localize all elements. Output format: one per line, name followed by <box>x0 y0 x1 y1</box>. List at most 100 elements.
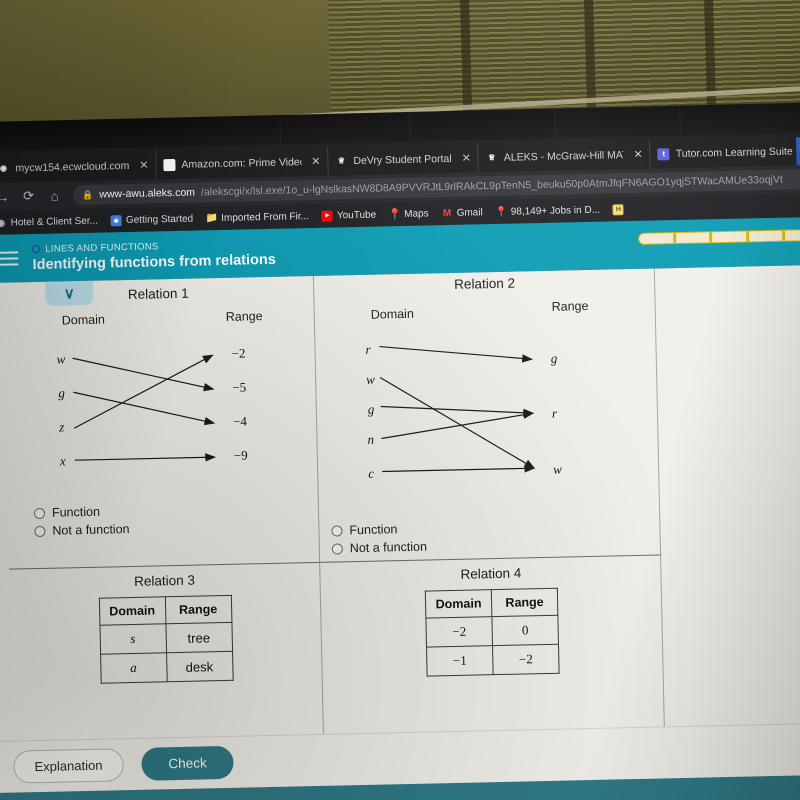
column-header-range: Range <box>164 595 232 624</box>
table-row: −1 −2 <box>426 644 560 677</box>
page-title: Identifying functions from relations <box>32 251 276 273</box>
gmail-icon: M <box>442 207 452 219</box>
tab-label: ALEKS - McGraw-Hill MATH <box>503 148 624 164</box>
tab-label: Tutor.com Learning Suite <box>675 144 793 160</box>
relation-1-arrows <box>72 354 217 462</box>
bookmark-getting-started[interactable]: Getting Started <box>110 213 194 226</box>
tab-close-icon[interactable]: ✕ <box>139 159 148 172</box>
globe-icon: ◉ <box>0 217 6 228</box>
tab-label: DeVry Student Portal <box>353 152 452 167</box>
cell-range: −2 <box>492 644 560 675</box>
relation-1-choices: Function Not a function <box>33 504 130 542</box>
bookmark-label: 98,149+ Jobs in D... <box>510 204 601 218</box>
amazon-icon: a <box>163 158 176 171</box>
choice-label: Not a function <box>349 539 428 556</box>
h-icon: H <box>612 203 625 215</box>
relation-1-mapping: Domain Range w g z x −2 −5 −4 −9 <box>3 298 319 591</box>
tab-label: mycw154.ecwcloud.com <box>15 159 130 174</box>
browser-tab-aleks[interactable]: ♕ ALEKS - McGraw-Hill MATH ✕ <box>478 139 652 173</box>
cell-domain: a <box>100 652 167 684</box>
explanation-button[interactable]: Explanation <box>13 748 124 784</box>
cell-range: tree <box>165 622 233 653</box>
bookmark-label: Imported From Fir... <box>221 210 310 224</box>
cell-domain: −2 <box>425 616 493 648</box>
table-row: −2 0 <box>425 615 559 648</box>
bookmark-label: Getting Started <box>125 213 194 226</box>
aleks-icon: ♕ <box>488 152 496 163</box>
tab-label: Amazon.com: Prime Video <box>181 155 302 171</box>
radio-icon[interactable] <box>33 507 46 519</box>
cell-range: 0 <box>491 615 559 646</box>
relation-2-choice-not-a-function[interactable]: Not a function <box>331 539 428 556</box>
bookmark-label: Gmail <box>456 206 483 219</box>
table-header-row: Domain Range <box>98 595 232 626</box>
bookmark-jobs[interactable]: 📍 98,149+ Jobs in D... <box>494 204 601 218</box>
relation-3-cell: Relation 3 Domain Range s tree a desk <box>9 562 325 753</box>
tutor-icon: t <box>657 147 670 160</box>
tab-close-icon[interactable]: ✕ <box>461 152 471 165</box>
relation-4-cell: Relation 4 Domain Range −2 0 −1 −2 <box>320 555 665 745</box>
relation-3-table: Domain Range s tree a desk <box>98 595 233 684</box>
bookmark-maps[interactable]: 📍 Maps <box>387 207 429 221</box>
hamburger-icon[interactable] <box>0 247 19 269</box>
topic-label: LINES AND FUNCTIONS <box>45 240 159 255</box>
cell-range: desk <box>166 651 233 682</box>
relation-2-choice-function[interactable]: Function <box>331 522 426 538</box>
radio-icon[interactable] <box>331 542 343 555</box>
topic-dot-icon <box>32 244 41 254</box>
table-header-row: Domain Range <box>425 588 558 619</box>
photo-of-monitor: ◉ mycw154.ecwcloud.com ✕ a Amazon.com: P… <box>0 0 800 800</box>
relation-1-choice-function[interactable]: Function <box>33 504 129 520</box>
bookmark-gmail[interactable]: M Gmail <box>442 207 483 219</box>
lock-icon: 🔒 <box>81 189 94 200</box>
cell-domain: s <box>99 623 167 655</box>
tab-close-icon[interactable]: ✕ <box>311 155 320 168</box>
column-header-domain: Domain <box>98 596 166 626</box>
browser-tab-partial[interactable] <box>795 136 800 166</box>
relations-grid: ∨ Relation 1 Domain Range w g z x −2 −5 … <box>2 268 666 753</box>
radio-icon[interactable] <box>331 524 343 537</box>
cell-domain: −1 <box>426 645 494 677</box>
browser-tab-mycw[interactable]: ◉ mycw154.ecwcloud.com ✕ <box>0 150 157 183</box>
bookmark-youtube[interactable]: YouTube <box>321 209 377 222</box>
home-icon[interactable]: ⌂ <box>47 188 62 203</box>
browser-tab-amazon[interactable]: a Amazon.com: Prime Video ✕ <box>156 146 329 180</box>
choice-label: Function <box>51 504 101 520</box>
column-header-domain: Domain <box>425 589 492 619</box>
bookmark-h[interactable]: H <box>612 203 625 215</box>
radio-icon[interactable] <box>34 525 46 537</box>
relation-2-choices: Function Not a function <box>331 522 427 560</box>
progress-bar <box>638 228 800 245</box>
choice-label: Function <box>349 522 398 538</box>
devry-icon: ♕ <box>337 156 346 166</box>
reload-icon[interactable]: ⟳ <box>21 188 36 204</box>
relation-1-cell: ∨ Relation 1 Domain Range w g z x −2 −5 … <box>2 275 321 570</box>
jobs-icon: 📍 <box>494 206 508 218</box>
relation-2-cell: Relation 2 Domain Range r w g n c g r w <box>313 268 662 563</box>
bookmark-label: Hotel & Client Ser... <box>10 215 99 229</box>
folder-icon: 📁 <box>205 212 219 224</box>
bookmark-label: Maps <box>404 207 429 220</box>
bookmark-hotel[interactable]: ◉ Hotel & Client Ser... <box>0 215 98 228</box>
browser-tab-tutor[interactable]: t Tutor.com Learning Suite ✕ <box>650 135 800 169</box>
relation-2-arrows <box>379 345 536 473</box>
bookmark-imported[interactable]: 📁 Imported From Fir... <box>205 210 310 224</box>
column-header-range: Range <box>491 588 558 617</box>
question-canvas: ∨ Relation 1 Domain Range w g z x −2 −5 … <box>0 264 800 800</box>
table-row: a desk <box>100 651 233 684</box>
forward-icon[interactable]: → <box>0 189 10 204</box>
relation-1-choice-not-a-function[interactable]: Not a function <box>34 522 130 538</box>
monitor-screen: ◉ mycw154.ecwcloud.com ✕ a Amazon.com: P… <box>0 132 800 800</box>
relation-4-table: Domain Range −2 0 −1 −2 <box>425 588 560 677</box>
maps-icon: 📍 <box>387 208 402 221</box>
url-host: www-awu.aleks.com <box>99 186 196 201</box>
globe-icon: ◉ <box>0 163 8 173</box>
choice-label: Not a function <box>52 522 130 538</box>
browser-tab-devry[interactable]: ♕ DeVry Student Portal ✕ <box>328 143 480 176</box>
tab-close-icon[interactable]: ✕ <box>633 148 642 161</box>
bookmark-label: YouTube <box>336 209 377 221</box>
table-row: s tree <box>99 622 233 655</box>
chrome-icon <box>110 214 123 226</box>
youtube-icon <box>321 210 334 222</box>
check-button[interactable]: Check <box>141 745 235 781</box>
